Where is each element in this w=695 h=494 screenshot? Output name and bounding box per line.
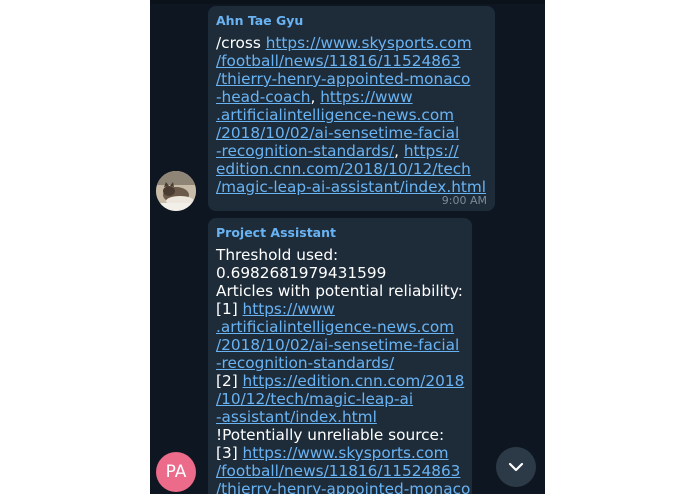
message-text-segment: !Potentially unreliable source: [216, 426, 445, 444]
message-link[interactable]: https://www.skysports.com [266, 34, 472, 52]
message-link[interactable]: /football/news/11816/11524863 [216, 462, 460, 480]
chevron-down-icon [508, 462, 524, 472]
message-link[interactable]: https://edition.cnn.com/2018 [243, 372, 465, 390]
message-text-segment: 0.6982681979431599 [216, 264, 387, 282]
message-line: .artificialintelligence-news.com [216, 318, 464, 336]
message-bubble-2[interactable]: Project Assistant Threshold used: 0.69826… [208, 218, 472, 494]
message-line: /football/news/11816/11524863 [216, 462, 464, 480]
message-line: /cross https://www.skysports.com [216, 34, 487, 52]
message-line: /2018/10/02/ai-sensetime-facial [216, 124, 487, 142]
message-link[interactable]: /thierry-henry-appointed-monaco [216, 480, 470, 494]
message-link[interactable]: /2018/10/02/ai-sensetime-facial [216, 336, 459, 354]
message-link[interactable]: .artificialintelligence-news.com [216, 318, 454, 336]
message-link[interactable]: /2018/10/02/ai-sensetime-facial [216, 124, 459, 142]
message-line: Articles with potential reliability: [216, 282, 464, 300]
chat-area: Ahn Tae Gyu /cross https://www.skysports… [150, 0, 545, 494]
message-link[interactable]: -assistant/index.html [216, 408, 377, 426]
message-line: /10/12/tech/magic-leap-ai [216, 390, 464, 408]
message-link[interactable]: /thierry-henry-appointed-monaco [216, 70, 470, 88]
message-line: /2018/10/02/ai-sensetime-facial [216, 336, 464, 354]
message-link[interactable]: -recognition-standards/ [216, 142, 394, 160]
message-text-segment: [3] [216, 444, 243, 462]
message-time: 9:00 AM [441, 194, 487, 207]
message-line: -assistant/index.html [216, 408, 464, 426]
message-line: [2] https://edition.cnn.com/2018 [216, 372, 464, 390]
message-text-segment: /cross [216, 34, 266, 52]
message-line: edition.cnn.com/2018/10/12/tech [216, 160, 487, 178]
message-line: /thierry-henry-appointed-monaco [216, 70, 487, 88]
message-link[interactable]: https://www [243, 300, 335, 318]
message-line: [1] https://www [216, 300, 464, 318]
message-link[interactable]: .artificialintelligence-news.com [216, 106, 454, 124]
message-bubble-1[interactable]: Ahn Tae Gyu /cross https://www.skysports… [208, 6, 495, 211]
message-text-segment: [1] [216, 300, 243, 318]
message-text-segment: , [310, 88, 321, 106]
message-line: -recognition-standards/ [216, 354, 464, 372]
message-line: 0.6982681979431599 [216, 264, 464, 282]
message-sender[interactable]: Project Assistant [216, 225, 464, 241]
message-link[interactable]: https://www.skysports.com [243, 444, 449, 462]
message-line: -head-coach, https://www [216, 88, 487, 106]
message-line: /thierry-henry-appointed-monaco [216, 480, 470, 494]
message-link[interactable]: /10/12/tech/magic-leap-ai [216, 390, 413, 408]
message-link[interactable]: -recognition-standards/ [216, 354, 394, 372]
message-text: Threshold used: 0.6982681979431599 Article… [216, 246, 470, 494]
message-text-segment: Threshold used: [216, 246, 339, 264]
message-link[interactable]: /football/news/11816/11524863 [216, 52, 460, 70]
message-text-segment: , [394, 142, 404, 160]
message-link[interactable]: https://www [320, 88, 412, 106]
message-link[interactable]: https:// [404, 142, 459, 160]
bot-avatar[interactable]: PA [156, 452, 196, 492]
message-link[interactable]: edition.cnn.com/2018/10/12/tech [216, 160, 471, 178]
message-line: .artificialintelligence-news.com [216, 106, 487, 124]
message-text-segment: [2] [216, 372, 243, 390]
message-line: Threshold used: [216, 246, 464, 264]
message-sender[interactable]: Ahn Tae Gyu [216, 13, 487, 29]
message-line: !Potentially unreliable source: [216, 426, 464, 444]
scroll-down-button[interactable] [496, 447, 536, 487]
user-avatar[interactable] [156, 171, 196, 211]
avatar-initials: PA [165, 462, 187, 482]
message-link[interactable]: -head-coach [216, 88, 310, 106]
message-text: /cross https://www.skysports.com/footbal… [216, 34, 487, 196]
message-text-segment: Articles with potential reliability: [216, 282, 463, 300]
message-line: /football/news/11816/11524863 [216, 52, 487, 70]
cat-photo-avatar [156, 171, 196, 211]
message-line: [3] https://www.skysports.com [216, 444, 464, 462]
message-line: -recognition-standards/, https:// [216, 142, 487, 160]
chat-top-edge [150, 0, 545, 4]
